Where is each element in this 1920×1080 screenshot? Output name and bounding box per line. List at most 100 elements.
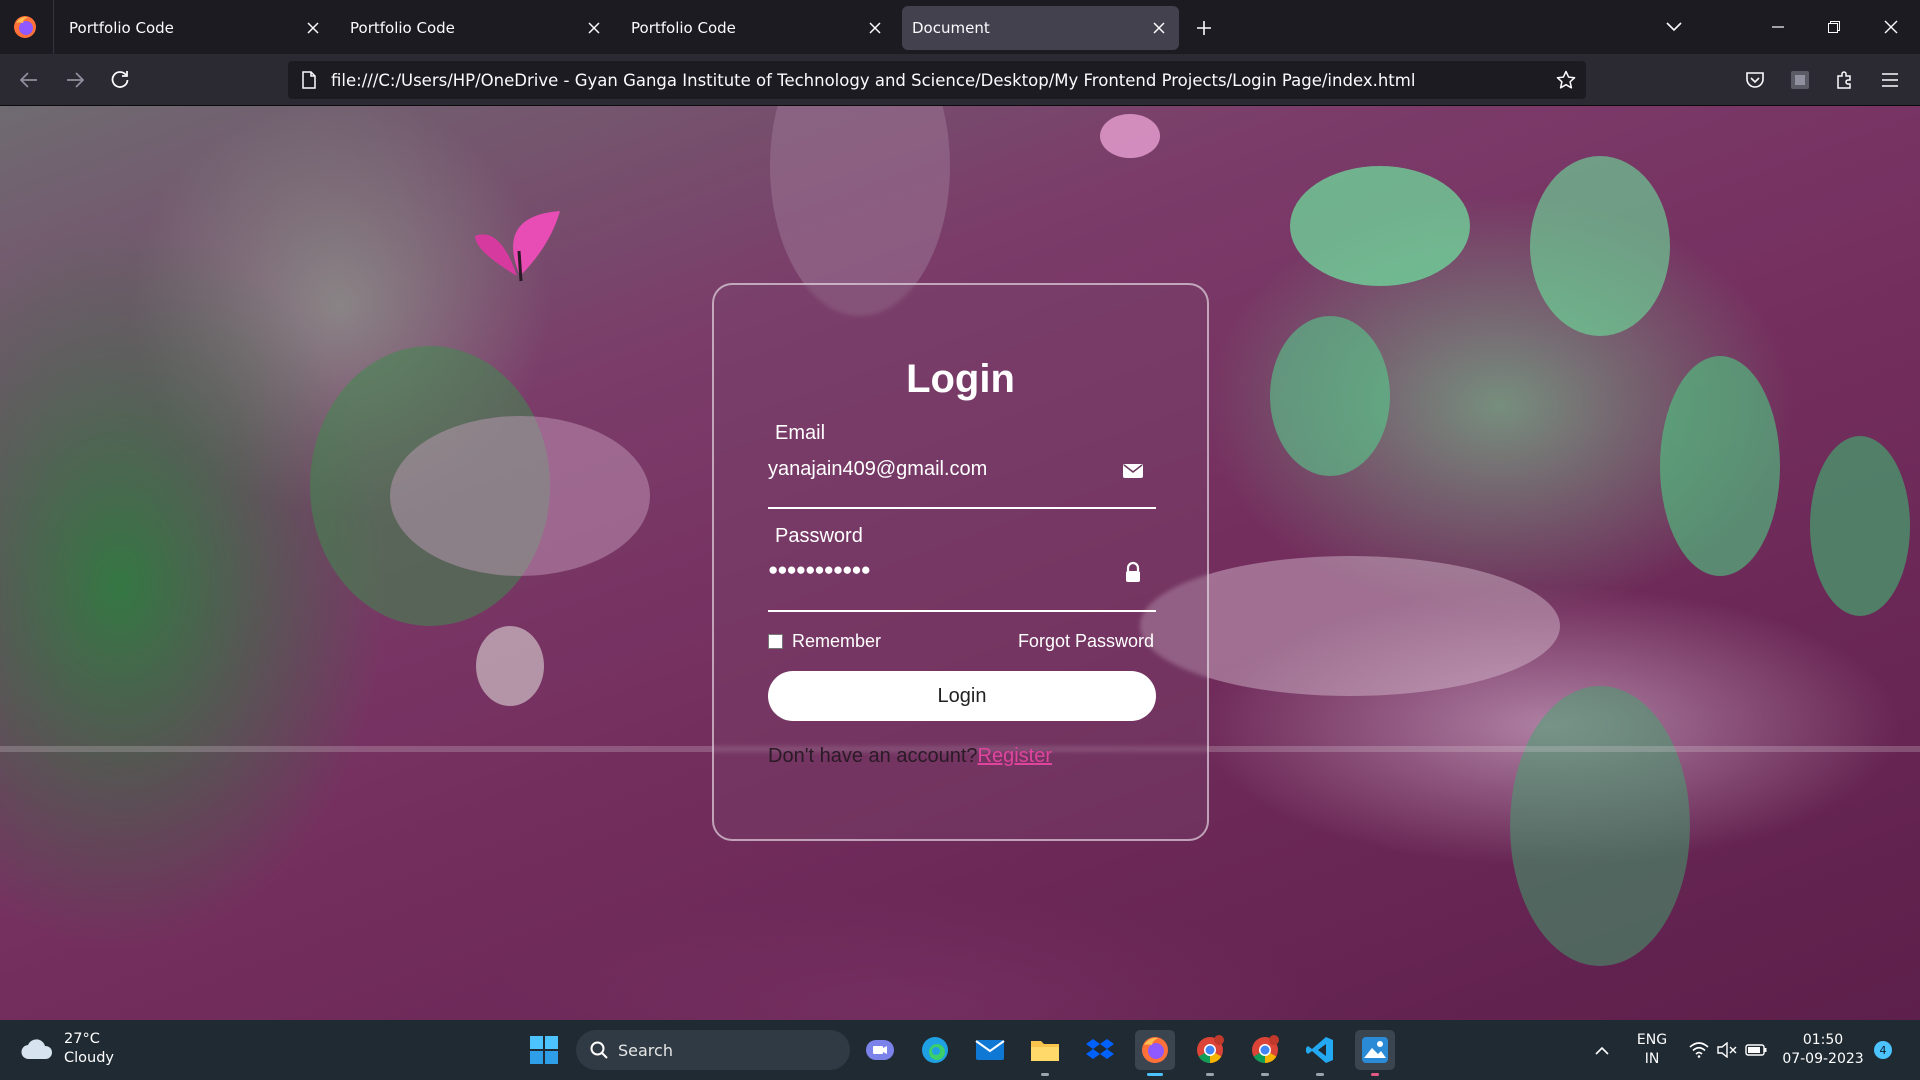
firefox-icon[interactable] [12,14,38,40]
register-link[interactable]: Register [978,745,1052,767]
close-window-button[interactable] [1876,12,1906,42]
lock-icon [1126,561,1140,582]
close-icon[interactable] [301,16,325,40]
email-underline [768,507,1156,509]
weather-desc: Cloudy [64,1050,114,1066]
email-label: Email [775,422,826,444]
app-menu-button[interactable] [1876,66,1904,94]
clock[interactable]: 01:50 07-09-2023 [1778,1031,1868,1069]
butterfly-image [475,211,560,282]
search-label: Search [618,1040,673,1060]
running-indicator [1371,1073,1379,1076]
taskbar-app-chrome-1[interactable] [1190,1030,1230,1076]
password-field[interactable]: ●●●●●●●●●●● [768,560,871,580]
search-icon [590,1041,608,1059]
show-hidden-icons-button[interactable] [1582,1030,1622,1070]
url-bar[interactable]: file:///C:/Users/HP/OneDrive - Gyan Gang… [288,61,1586,99]
login-button[interactable]: Login [768,671,1156,721]
running-indicator [1041,1073,1049,1076]
taskbar-search[interactable]: Search [576,1030,850,1070]
vscode-icon [1306,1037,1333,1063]
taskbar-app-mail[interactable] [970,1030,1010,1070]
login-card: Login Email yanajain409@gmail.com Passwo… [712,283,1209,841]
language-indicator[interactable]: ENG IN [1632,1031,1672,1069]
tab-label: Portfolio Code [350,19,455,37]
close-icon[interactable] [863,16,887,40]
login-title: Login [906,357,1015,401]
chevron-down-icon [1666,22,1682,32]
tab-portfolio-1[interactable]: Portfolio Code [53,6,333,50]
speaker-muted-icon [1717,1042,1737,1058]
tab-strip: Portfolio Code Portfolio Code Portfolio … [0,0,1920,54]
remember-label: Remember [792,631,882,651]
wifi-icon [1689,1042,1709,1058]
tab-label: Portfolio Code [631,19,736,37]
notification-badge[interactable]: 4 [1874,1041,1892,1059]
chrome-icon [1252,1035,1279,1064]
back-icon [20,72,37,88]
pocket-button[interactable] [1741,66,1769,94]
taskbar-app-dropbox[interactable] [1080,1030,1120,1070]
page-icon [302,71,316,89]
tab-portfolio-3[interactable]: Portfolio Code [615,6,895,50]
weather-widget[interactable]: 27°C Cloudy [20,1030,114,1068]
plus-icon [1197,21,1211,35]
close-icon[interactable] [1147,16,1171,40]
taskbar-app-edge[interactable] [915,1030,955,1070]
reload-button[interactable] [106,66,134,94]
page-viewport: Login Email yanajain409@gmail.com Passwo… [0,106,1920,1020]
taskbar: 27°C Cloudy Search ENG IN 01:50 07-09-20… [0,1020,1920,1080]
list-tabs-button[interactable] [1659,12,1689,42]
tab-document[interactable]: Document [902,6,1179,50]
clock-date: 07-09-2023 [1782,1051,1864,1067]
close-icon [1884,20,1898,34]
battery-icon [1745,1044,1767,1056]
back-button[interactable] [15,66,43,94]
taskbar-app-chrome-2[interactable] [1245,1030,1285,1076]
chevron-up-icon [1595,1046,1609,1055]
system-tray-status[interactable] [1678,1030,1778,1070]
taskbar-app-explorer[interactable] [1025,1030,1065,1076]
running-indicator [1206,1073,1214,1076]
butterfly-image [1100,114,1160,158]
star-icon[interactable] [1556,70,1576,90]
restore-button[interactable] [1819,12,1849,42]
remember-checkbox[interactable] [768,634,783,649]
register-row: Don't have an account?Register [768,745,1052,768]
clock-time: 01:50 [1802,1032,1844,1048]
minimize-button[interactable] [1763,12,1793,42]
forgot-password-link[interactable]: Forgot Password [1018,631,1154,652]
minimize-icon [1772,26,1784,28]
close-icon[interactable] [582,16,606,40]
container-icon [1791,71,1809,89]
taskbar-app-teams[interactable] [860,1030,900,1070]
navigation-toolbar: file:///C:/Users/HP/OneDrive - Gyan Gang… [0,54,1920,106]
taskbar-app-photos[interactable] [1355,1030,1395,1076]
forward-button[interactable] [61,66,89,94]
url-text: file:///C:/Users/HP/OneDrive - Gyan Gang… [331,71,1416,90]
extensions-button[interactable] [1831,66,1859,94]
tab-label: Document [912,19,990,37]
running-indicator [1147,1073,1163,1076]
taskbar-app-firefox[interactable] [1135,1030,1175,1076]
container-button[interactable] [1786,66,1814,94]
weather-temp: 27°C [64,1031,100,1047]
language-code: ENG [1636,1032,1668,1048]
pocket-icon [1746,72,1764,88]
restore-icon [1828,21,1840,33]
running-indicator [1316,1073,1324,1076]
dropbox-icon [1086,1039,1114,1059]
email-field[interactable]: yanajain409@gmail.com [768,458,987,481]
forward-icon [67,72,84,88]
no-account-text: Don't have an account? [768,745,978,767]
start-button[interactable] [524,1030,564,1070]
chrome-icon [1197,1035,1224,1064]
cloud-icon [21,1039,53,1060]
tab-portfolio-2[interactable]: Portfolio Code [334,6,614,50]
firefox-icon [1142,1037,1168,1063]
folder-icon [1031,1041,1059,1061]
new-tab-button[interactable] [1190,14,1218,42]
taskbar-app-vscode[interactable] [1300,1030,1340,1076]
remember-row: Remember [768,631,881,652]
edge-icon [922,1037,948,1063]
